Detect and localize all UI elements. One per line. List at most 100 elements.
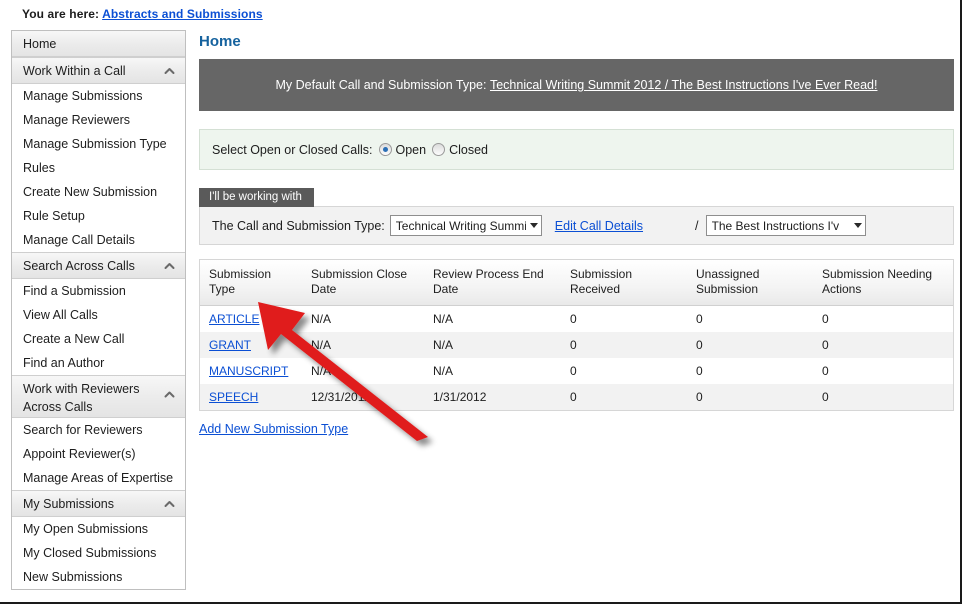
cell-close-date: N/A xyxy=(302,306,424,333)
page-title: Home xyxy=(199,33,954,50)
sidebar-item-label: Manage Call Details xyxy=(23,233,135,247)
cell-unassigned: 0 xyxy=(687,384,813,410)
sidebar-header-work-with-reviewers-across-calls[interactable]: Work with Reviewers Across Calls xyxy=(12,376,185,418)
sidebar-item-view-all-calls[interactable]: View All Calls xyxy=(12,303,185,327)
sidebar-item-rules[interactable]: Rules xyxy=(12,156,185,180)
sidebar-item-find-an-author[interactable]: Find an Author xyxy=(12,351,185,375)
radio-button-open-icon[interactable] xyxy=(379,143,392,156)
breadcrumb: You are here: Abstracts and Submissions xyxy=(22,7,263,21)
call-select[interactable]: Technical Writing Summi xyxy=(390,215,542,236)
column-header-review-process-end-date: Review Process End Date xyxy=(424,260,561,306)
sidebar-item-label: Manage Reviewers xyxy=(23,113,130,127)
radio-button-closed-icon[interactable] xyxy=(432,143,445,156)
sidebar-item-label: View All Calls xyxy=(23,308,98,322)
chevron-down-icon xyxy=(854,223,862,228)
radio-option-open[interactable]: Open xyxy=(379,143,427,157)
sidebar-item-label: Create a New Call xyxy=(23,332,124,346)
sidebar-item-my-closed-submissions[interactable]: My Closed Submissions xyxy=(12,541,185,565)
breadcrumb-prefix: You are here: xyxy=(22,7,99,21)
main-content: Home My Default Call and Submission Type… xyxy=(199,30,954,438)
cell-received: 0 xyxy=(561,332,687,358)
column-header-unassigned-submission: Unassigned Submission xyxy=(687,260,813,306)
cell-received: 0 xyxy=(561,384,687,410)
cell-submission-type: ARTICLE xyxy=(200,306,302,333)
cell-submission-type: GRANT xyxy=(200,332,302,358)
column-header-submission-close-date: Submission Close Date xyxy=(302,260,424,306)
chevron-up-icon xyxy=(164,260,175,271)
cell-submission-type: MANUSCRIPT xyxy=(200,358,302,384)
table-body: ARTICLE N/A N/A 0 0 0 GRANT N/A N/A 0 0 … xyxy=(200,306,953,411)
sidebar-item-my-open-submissions[interactable]: My Open Submissions xyxy=(12,517,185,541)
add-new-submission-type-link[interactable]: Add New Submission Type xyxy=(199,422,348,436)
submission-type-link-manuscript[interactable]: MANUSCRIPT xyxy=(209,364,288,378)
default-call-banner-prefix: My Default Call and Submission Type: xyxy=(276,78,487,92)
sidebar-item-label: Find a Submission xyxy=(23,284,126,298)
sidebar-header-work-within-a-call[interactable]: Work Within a Call xyxy=(12,58,185,84)
cell-review-end: 1/31/2012 xyxy=(424,384,561,410)
sidebar-item-label: Manage Submissions xyxy=(23,89,143,103)
chevron-up-icon xyxy=(164,65,175,76)
sidebar-header-label: Work with Reviewers xyxy=(23,380,177,398)
submission-type-link-grant[interactable]: GRANT xyxy=(209,338,251,352)
table-header-row: Submission Type Submission Close Date Re… xyxy=(200,260,953,306)
sidebar-item-label: Find an Author xyxy=(23,356,104,370)
application-window: You are here: Abstracts and Submissions … xyxy=(0,0,962,604)
sidebar-item-search-for-reviewers[interactable]: Search for Reviewers xyxy=(12,418,185,442)
sidebar-item-manage-submissions[interactable]: Manage Submissions xyxy=(12,84,185,108)
edit-call-details-link[interactable]: Edit Call Details xyxy=(555,219,643,233)
sidebar-item-rule-setup[interactable]: Rule Setup xyxy=(12,204,185,228)
breadcrumb-link-abstracts-and-submissions[interactable]: Abstracts and Submissions xyxy=(102,7,263,21)
table-row: GRANT N/A N/A 0 0 0 xyxy=(200,332,953,358)
submission-type-link-speech[interactable]: SPEECH xyxy=(209,390,258,404)
sidebar-navigation: Home Work Within a Call Manage Submissio… xyxy=(11,30,186,590)
sidebar-item-manage-reviewers[interactable]: Manage Reviewers xyxy=(12,108,185,132)
submission-type-select-value: The Best Instructions I'v xyxy=(712,219,840,233)
column-header-submission-type: Submission Type xyxy=(200,260,302,306)
sidebar-item-label: Manage Areas of Expertise xyxy=(23,471,173,485)
sidebar-item-manage-call-details[interactable]: Manage Call Details xyxy=(12,228,185,252)
cell-close-date: 12/31/2011 xyxy=(302,384,424,410)
cell-needing: 0 xyxy=(813,384,953,410)
cell-submission-type: SPEECH xyxy=(200,384,302,410)
sidebar-item-label: My Open Submissions xyxy=(23,522,148,536)
cell-received: 0 xyxy=(561,358,687,384)
cell-close-date: N/A xyxy=(302,332,424,358)
sidebar-item-new-submissions[interactable]: New Submissions xyxy=(12,565,185,589)
cell-needing: 0 xyxy=(813,332,953,358)
radio-option-closed[interactable]: Closed xyxy=(432,143,488,157)
sidebar-item-label: Rules xyxy=(23,161,55,175)
default-call-banner: My Default Call and Submission Type: Tec… xyxy=(199,59,954,111)
submission-type-select[interactable]: The Best Instructions I'v xyxy=(706,215,866,236)
sidebar-header-my-submissions[interactable]: My Submissions xyxy=(12,491,185,517)
submission-types-table-wrapper: Submission Type Submission Close Date Re… xyxy=(199,259,954,411)
sidebar-item-manage-submission-type[interactable]: Manage Submission Type xyxy=(12,132,185,156)
cell-unassigned: 0 xyxy=(687,306,813,333)
default-call-banner-link[interactable]: Technical Writing Summit 2012 / The Best… xyxy=(490,78,878,92)
sidebar-header-search-across-calls[interactable]: Search Across Calls xyxy=(12,253,185,279)
sidebar-group-search-across-calls: Search Across Calls Find a Submission Vi… xyxy=(12,253,185,376)
working-with-tab-label: I'll be working with xyxy=(199,188,314,207)
submission-type-link-article[interactable]: ARTICLE xyxy=(209,312,259,326)
radio-label-open: Open xyxy=(396,143,427,157)
table-row: MANUSCRIPT N/A N/A 0 0 0 xyxy=(200,358,953,384)
sidebar-item-label: Rule Setup xyxy=(23,209,85,223)
cell-close-date: N/A xyxy=(302,358,424,384)
sidebar-header-label-line2: Across Calls xyxy=(23,398,177,416)
sidebar-item-create-new-submission[interactable]: Create New Submission xyxy=(12,180,185,204)
cell-review-end: N/A xyxy=(424,358,561,384)
sidebar-item-label: New Submissions xyxy=(23,570,122,584)
sidebar-header-label: My Submissions xyxy=(23,497,114,511)
separator-slash: / xyxy=(695,219,698,233)
column-header-submission-needing-actions: Submission Needing Actions xyxy=(813,260,953,306)
column-header-submission-received: Submission Received xyxy=(561,260,687,306)
sidebar-group-home: Home xyxy=(12,31,185,58)
sidebar-item-home[interactable]: Home xyxy=(12,31,185,57)
sidebar-item-manage-areas-of-expertise[interactable]: Manage Areas of Expertise xyxy=(12,466,185,490)
table-header: Submission Type Submission Close Date Re… xyxy=(200,260,953,306)
sidebar-item-label: Appoint Reviewer(s) xyxy=(23,447,136,461)
sidebar-item-appoint-reviewers[interactable]: Appoint Reviewer(s) xyxy=(12,442,185,466)
sidebar-item-label: Create New Submission xyxy=(23,185,157,199)
sidebar-item-find-a-submission[interactable]: Find a Submission xyxy=(12,279,185,303)
cell-needing: 0 xyxy=(813,306,953,333)
sidebar-item-create-a-new-call[interactable]: Create a New Call xyxy=(12,327,185,351)
